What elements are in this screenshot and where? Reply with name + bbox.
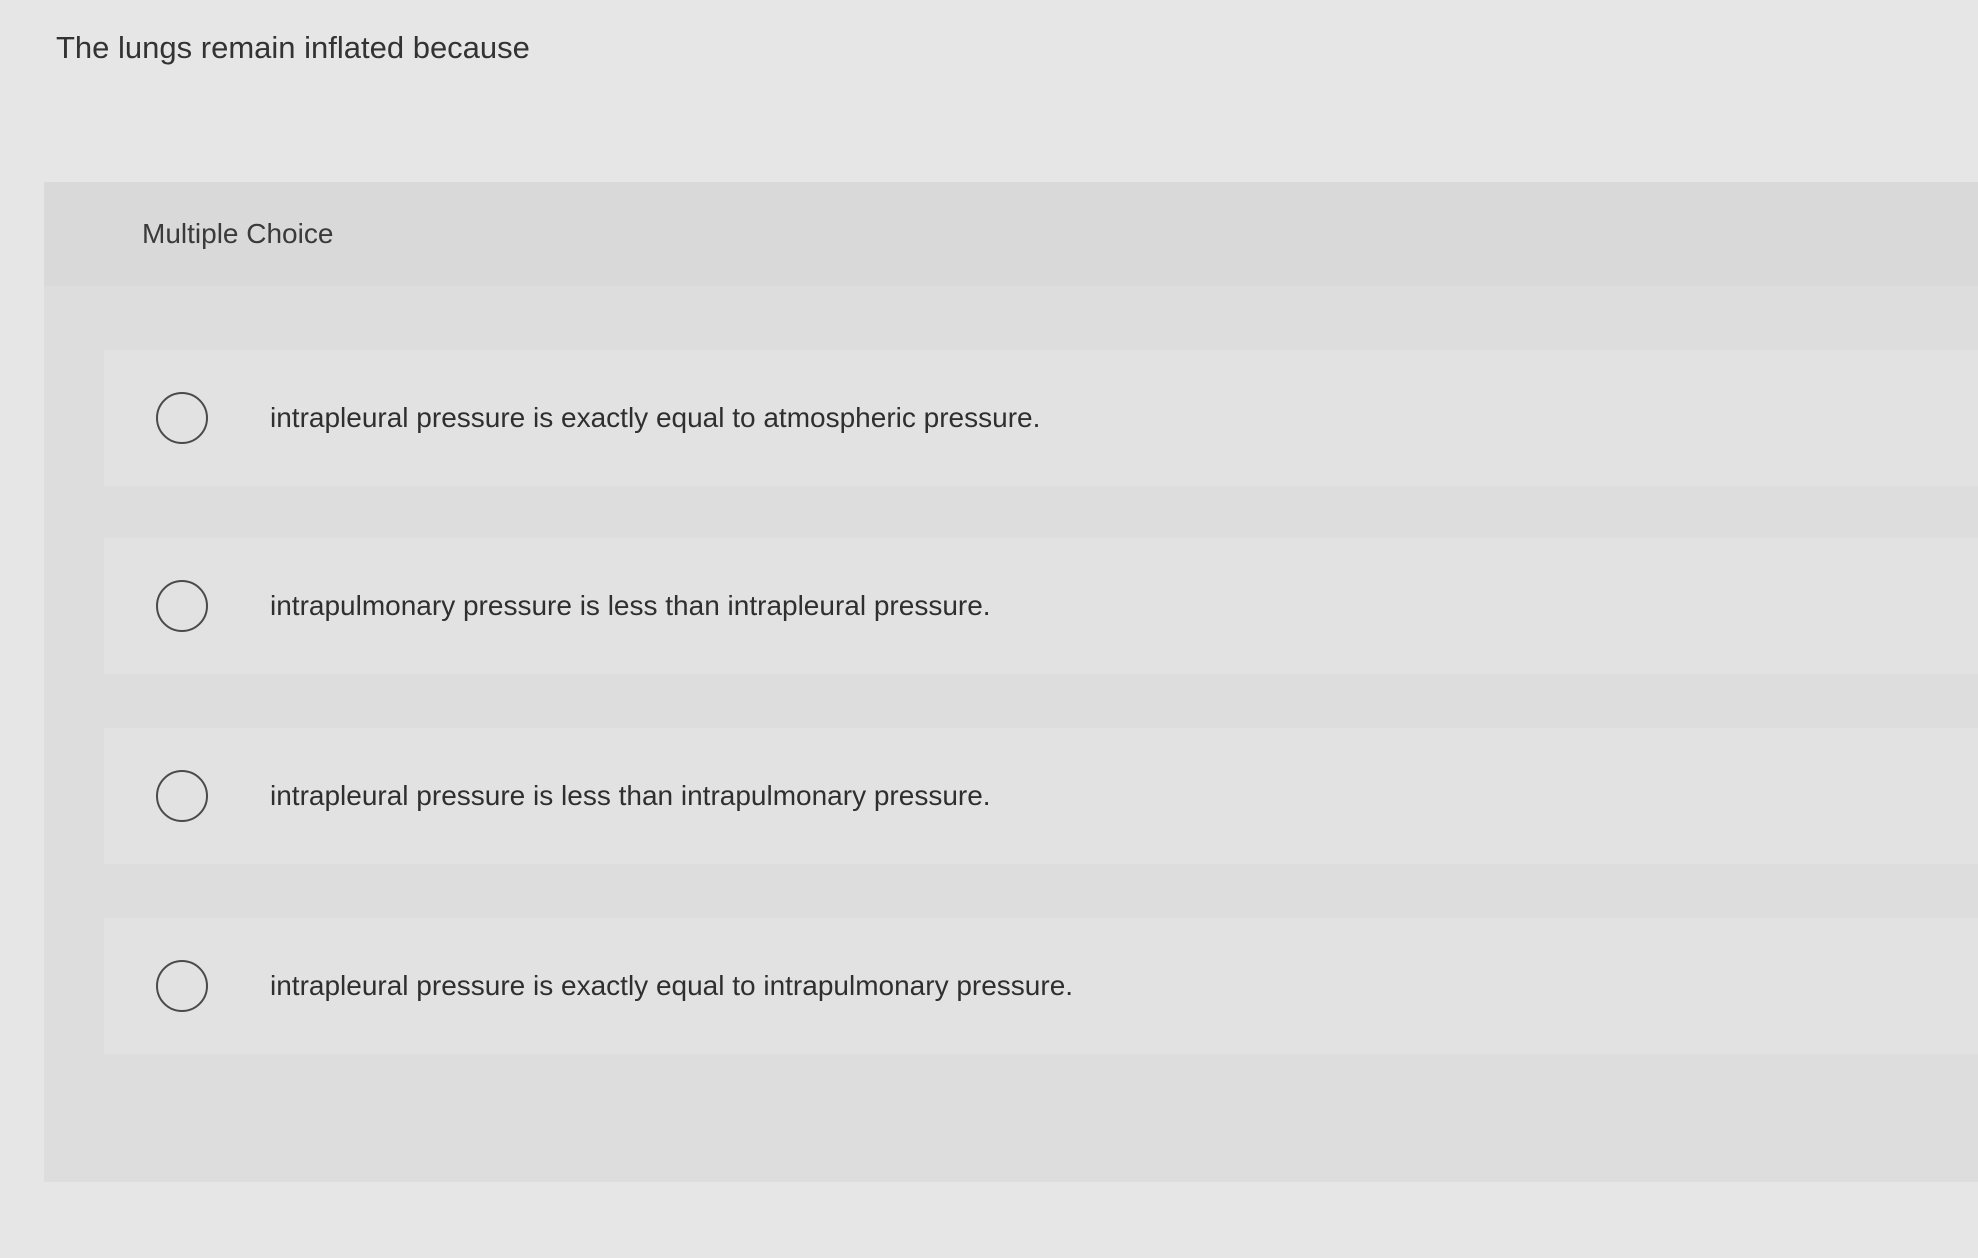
answer-option-3[interactable]: intrapleural pressure is less than intra… xyxy=(104,728,1978,864)
radio-button-icon[interactable] xyxy=(156,960,208,1012)
answer-option-text: intrapleural pressure is exactly equal t… xyxy=(270,970,1074,1001)
multiple-choice-header: Multiple Choice xyxy=(44,182,1978,286)
answer-option-text: intrapleural pressure is exactly equal t… xyxy=(270,402,1041,433)
multiple-choice-panel: Multiple Choice intrapleural pressure is… xyxy=(44,182,1978,1182)
answer-option-2[interactable]: intrapulmonary pressure is less than int… xyxy=(104,538,1978,674)
question-text: The lungs remain inflated because xyxy=(56,30,530,65)
answer-option-text: intrapleural pressure is less than intra… xyxy=(270,780,991,811)
answer-option-1[interactable]: intrapleural pressure is exactly equal t… xyxy=(104,350,1978,486)
radio-button-icon[interactable] xyxy=(156,770,208,822)
answer-option-text: intrapulmonary pressure is less than int… xyxy=(270,590,991,621)
radio-button-icon[interactable] xyxy=(156,580,208,632)
radio-button-icon[interactable] xyxy=(156,392,208,444)
answer-option-4[interactable]: intrapleural pressure is exactly equal t… xyxy=(104,918,1978,1054)
multiple-choice-label: Multiple Choice xyxy=(142,218,334,249)
